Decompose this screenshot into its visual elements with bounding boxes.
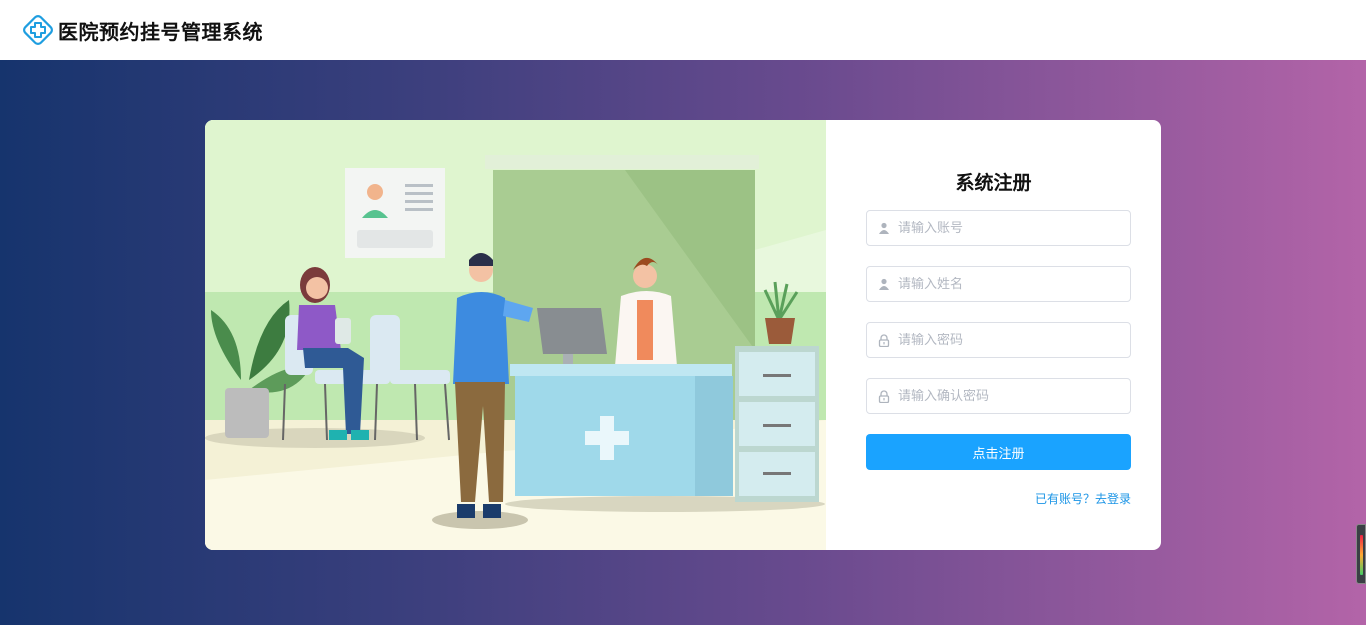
password-field[interactable] [866,322,1131,358]
form-title: 系统注册 [955,172,1032,194]
user-icon [877,277,891,291]
lock-icon [877,389,891,403]
name-field[interactable] [866,266,1131,302]
confirm-password-input[interactable] [898,388,1118,404]
register-form: 系统注册 请输入账号 请输入姓名 点击注册 已有账号？去登录 [826,120,1161,550]
account-input[interactable] [898,220,1118,236]
floating-side-widget[interactable] [1356,524,1366,584]
password-input[interactable] [898,332,1118,348]
user-icon [877,221,891,235]
account-field[interactable] [866,210,1131,246]
hospital-reception-illustration [205,120,826,550]
register-button[interactable]: 点击注册 [866,434,1131,470]
confirm-password-field[interactable] [866,378,1131,414]
main-background: 系统注册 请输入账号 请输入姓名 点击注册 已有账号？去登录 [0,60,1366,625]
app-title: 医院预约挂号管理系统 [58,19,263,44]
medical-cross-icon [23,15,53,45]
lock-icon [877,333,891,347]
register-card: 系统注册 请输入账号 请输入姓名 点击注册 已有账号？去登录 [205,120,1161,550]
name-input[interactable] [898,276,1118,292]
top-bar: 医院预约挂号管理系统 [0,0,1366,60]
go-login-link[interactable]: 已有账号？去登录 [1035,490,1131,507]
